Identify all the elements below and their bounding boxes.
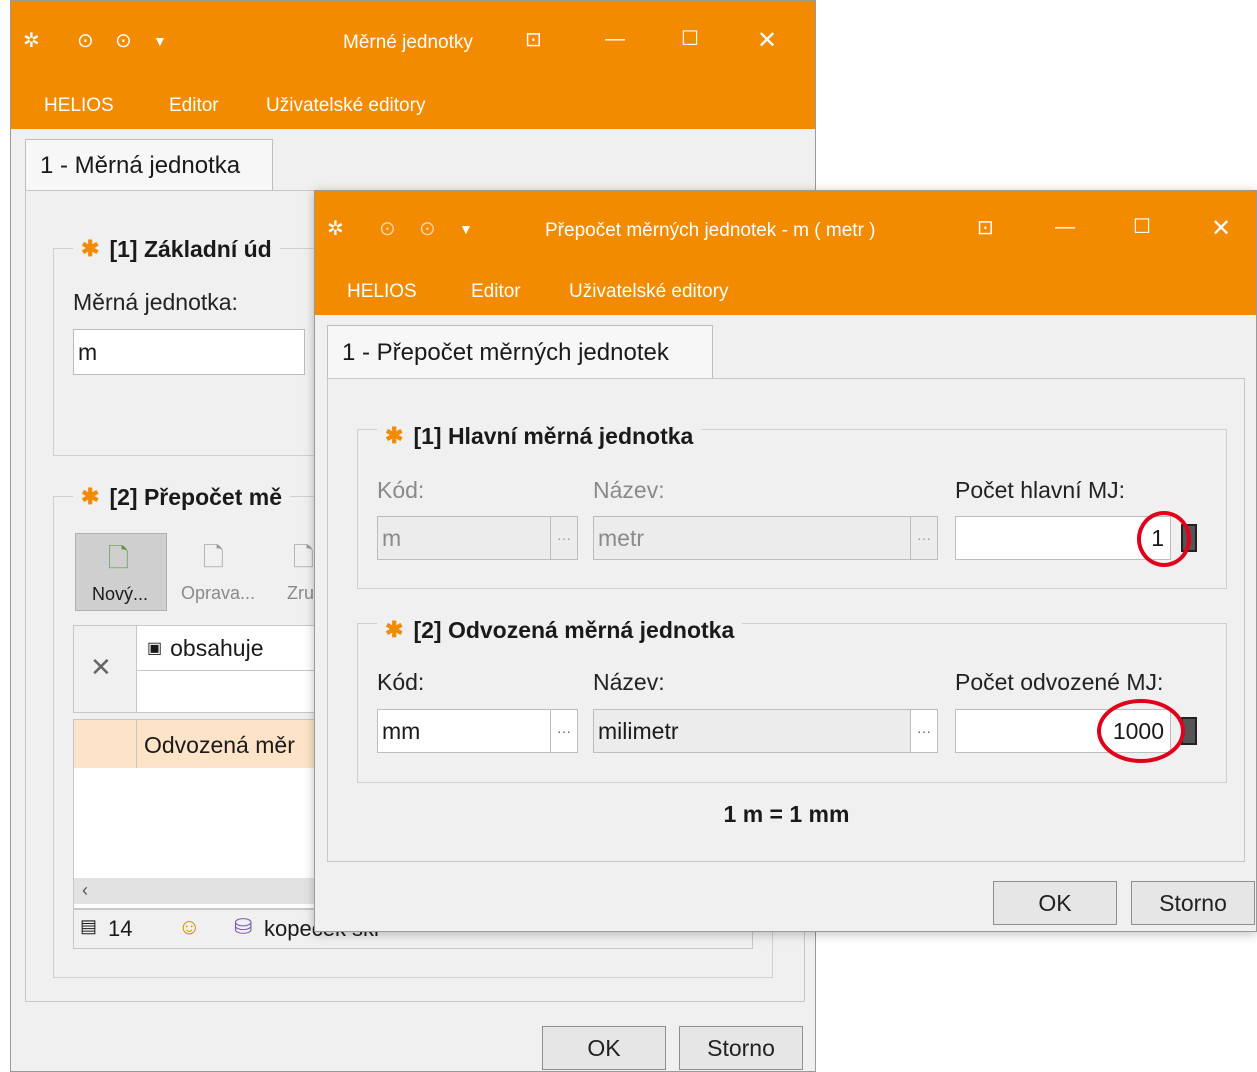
derived-code-input[interactable]: mm (377, 709, 551, 753)
main-name-lookup-button[interactable]: ··· (910, 516, 938, 560)
edit-doc-icon: 🗋 (203, 542, 224, 572)
cancel-record-button[interactable]: 🗋 Zru (279, 533, 319, 611)
menu-helios[interactable]: HELIOS (44, 95, 114, 117)
horizontal-scrollbar[interactable]: ‹ (74, 878, 322, 904)
conversion-group-title: ✱ [2] Přepočet mě (73, 482, 290, 512)
menu-user-editors[interactable]: Uživatelské editory (569, 281, 728, 303)
main-code-label: Kód: (377, 477, 425, 503)
derived-unit-group-title: ✱ [2] Odvozená měrná jednotka (377, 615, 743, 645)
main-name-input[interactable]: metr (593, 516, 911, 560)
main-unit-group-title: ✱ [1] Hlavní měrná jednotka (377, 421, 702, 451)
new-doc-icon: 🗋 (108, 543, 129, 573)
conversion-window: ✲ ⊙ ⊙ ▼ Přepočet měrných jednotek - m ( … (314, 190, 1257, 932)
database-icon: ⛁ (234, 914, 253, 939)
app-logo-icon: ✲ (23, 30, 40, 52)
grid-row-selector[interactable] (74, 720, 137, 768)
nav-down-icon[interactable]: ⊙ (419, 219, 436, 239)
derived-name-input[interactable]: milimetr (593, 709, 911, 753)
operator-icon: ▣ (147, 640, 163, 657)
filter-area: ✕ ▣ obsahuje (73, 625, 324, 713)
nav-down-icon[interactable]: ⊙ (115, 31, 132, 51)
maximize-icon[interactable]: ☐ (1133, 217, 1151, 237)
dropdown-arrow-icon[interactable]: ▼ (459, 222, 473, 236)
grid-column-header[interactable]: Odvozená měr (144, 732, 295, 759)
grid-header-row: Odvozená měr (74, 720, 322, 768)
cancel-button[interactable]: Storno (1131, 881, 1255, 925)
front-titlebar: ✲ ⊙ ⊙ ▼ Přepočet měrných jednotek - m ( … (315, 191, 1256, 271)
annotation-circle (1097, 699, 1185, 763)
basic-data-group-title: ✱ [1] Základní úd (73, 234, 280, 264)
main-code-input[interactable]: m (377, 516, 551, 560)
main-unit-group (357, 429, 1227, 589)
cancel-button[interactable]: Storno (679, 1026, 803, 1070)
menu-editor[interactable]: Editor (169, 95, 219, 117)
user-icon: ☺ (178, 914, 201, 939)
cancel-doc-icon: 🗋 (293, 542, 314, 572)
close-icon[interactable]: ✕ (757, 29, 777, 53)
window-title: Měrné jednotky (343, 32, 473, 53)
star-icon: ✱ (81, 484, 100, 509)
minimize-icon[interactable]: — (1055, 217, 1075, 237)
pin-icon[interactable]: ⊡ (525, 30, 542, 50)
dropdown-arrow-icon[interactable]: ▼ (153, 34, 167, 48)
clear-filter-icon[interactable]: ✕ (90, 652, 112, 683)
scroll-left-icon[interactable]: ‹ (82, 880, 88, 901)
close-icon[interactable]: ✕ (1211, 217, 1231, 241)
ok-button[interactable]: OK (993, 881, 1117, 925)
ok-button[interactable]: OK (542, 1026, 666, 1070)
derived-name-lookup-button[interactable]: ··· (910, 709, 938, 753)
menu-helios[interactable]: HELIOS (347, 281, 417, 303)
rows-icon: ▤ (80, 916, 98, 936)
unit-label: Měrná jednotka: (73, 289, 238, 315)
maximize-icon[interactable]: ☐ (681, 29, 699, 49)
star-icon: ✱ (81, 236, 100, 261)
derived-name-label: Název: (593, 669, 665, 695)
minimize-icon[interactable]: — (605, 29, 625, 49)
conversion-formula: 1 m = 1 mm (723, 801, 850, 827)
edit-button[interactable]: 🗋 Oprava... (171, 533, 267, 611)
tab-conversion[interactable]: 1 - Přepočet měrných jednotek (327, 325, 713, 379)
main-count-label: Počet hlavní MJ: (955, 477, 1126, 503)
row-count: 14 (108, 916, 133, 941)
back-menubar: HELIOS Editor Uživatelské editory (11, 85, 815, 129)
grid: Odvozená měr ‹ (73, 719, 323, 909)
unit-input[interactable]: m (73, 329, 305, 375)
derived-count-label: Počet odvozené MJ: (955, 669, 1164, 695)
menu-editor[interactable]: Editor (471, 281, 521, 303)
menu-user-editors[interactable]: Uživatelské editory (266, 95, 425, 117)
window-title: Přepočet měrných jednotek - m ( metr ) (545, 220, 876, 241)
derived-unit-group (357, 623, 1227, 783)
annotation-circle (1137, 511, 1191, 567)
nav-up-icon[interactable]: ⊙ (379, 219, 396, 239)
tab-unit[interactable]: 1 - Měrná jednotka (25, 139, 273, 191)
nav-up-icon[interactable]: ⊙ (77, 31, 94, 51)
app-logo-icon: ✲ (327, 218, 344, 240)
new-button[interactable]: 🗋 Nový... (75, 533, 167, 611)
star-icon: ✱ (385, 423, 404, 448)
main-name-label: Název: (593, 477, 665, 503)
derived-code-lookup-button[interactable]: ··· (550, 709, 578, 753)
pin-icon[interactable]: ⊡ (977, 218, 994, 238)
derived-code-label: Kód: (377, 669, 425, 695)
back-titlebar: ✲ ⊙ ⊙ ▼ Měrné jednotky ⊡ — ☐ ✕ (11, 1, 815, 85)
front-menubar: HELIOS Editor Uživatelské editory (315, 271, 1256, 315)
star-icon: ✱ (385, 617, 404, 642)
filter-operator[interactable]: ▣ obsahuje (136, 626, 324, 670)
main-code-lookup-button[interactable]: ··· (550, 516, 578, 560)
filter-input[interactable] (136, 670, 324, 712)
